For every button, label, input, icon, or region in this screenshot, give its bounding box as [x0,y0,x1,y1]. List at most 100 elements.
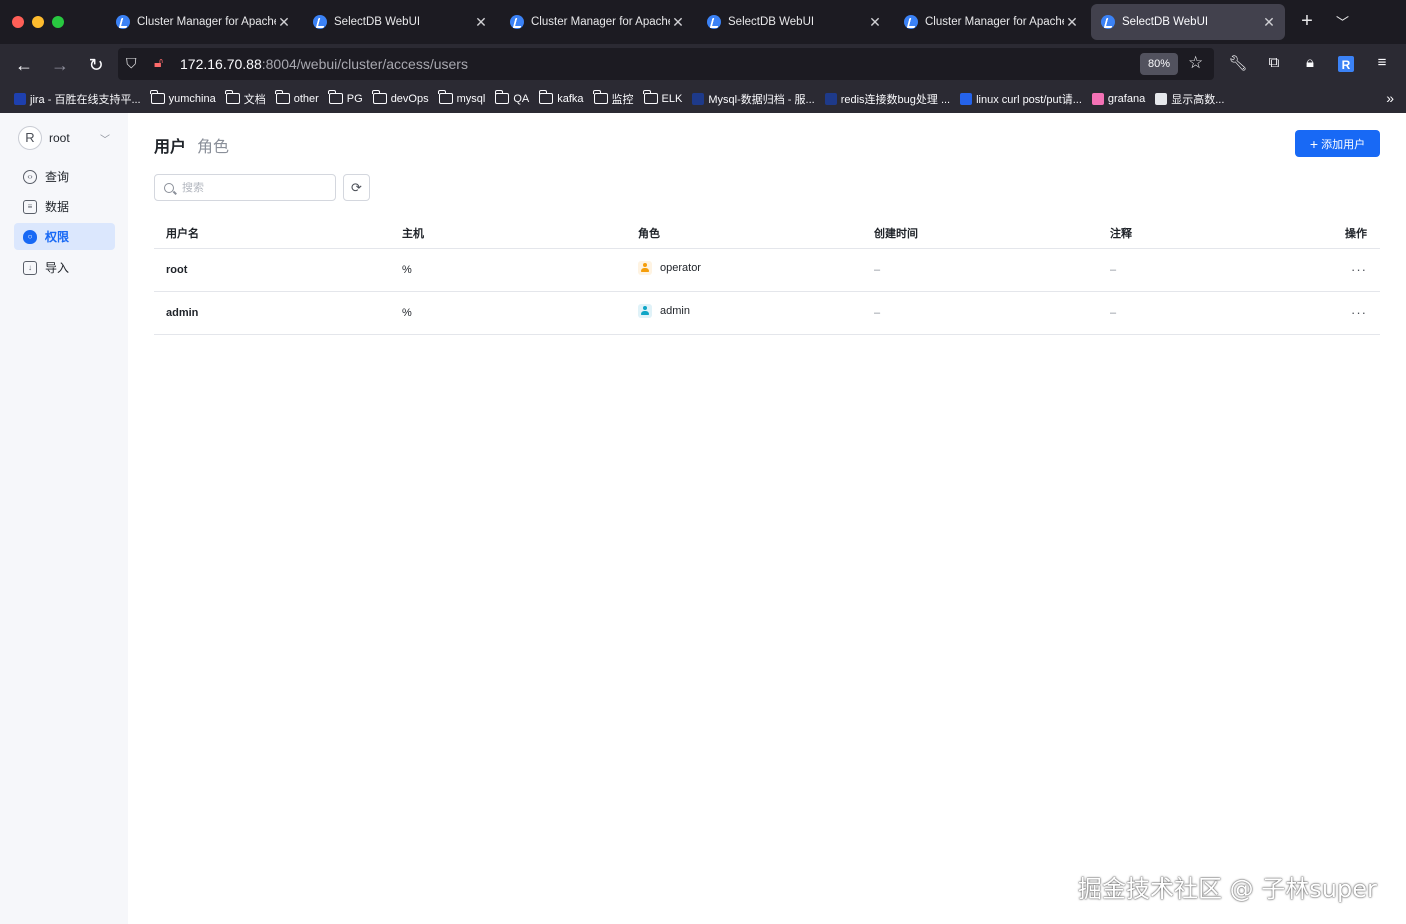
bookmark-folder[interactable]: mysql [438,90,486,105]
plus-icon: + [1309,135,1319,152]
sidebar-item-query[interactable]: ‹› 查询 [14,163,115,190]
tab-title: Cluster Manager for Apache Doris [137,16,276,28]
bookmark-folder[interactable]: QA [494,90,529,105]
user-menu[interactable]: R root ﹀ [18,125,110,151]
site-favicon-icon [692,92,705,105]
insecure-lock-icon[interactable]: 🔓︎ [154,54,168,72]
tab-title: Cluster Manager for Apache Doris [925,16,1064,28]
bookmark-folder[interactable]: kafka [538,90,584,105]
refresh-button[interactable]: ⟳ [343,174,370,201]
tab-title: SelectDB WebUI [728,16,815,28]
close-icon[interactable]: ✕ [670,14,686,31]
sidebar-item-import[interactable]: ↓ 导入 [14,254,115,281]
menu-hamburger-icon[interactable]: ≡ [1372,54,1392,74]
bookmark-folder[interactable]: PG [328,90,363,105]
database-icon: ≡ [23,199,37,214]
code-icon: ‹› [23,169,37,184]
zoom-level-badge[interactable]: 80% [1140,53,1178,75]
column-header-created[interactable]: 创建时间 [862,218,1098,249]
bookmark-link[interactable]: Mysql-数据归档 - 服... [692,91,815,107]
folder-icon [372,90,387,104]
bookmark-label: yumchina [168,92,216,105]
app-page: R root ﹀ ‹› 查询 ≡ 数据 ○ 权限 ↓ 导入 用户 角色 + 添加… [0,113,1406,924]
table-header-row: 用户名 主机 角色 创建时间 注释 操作 [154,218,1380,249]
cell-role: operator [626,248,862,292]
navigation-toolbar: ← → ↻ ⛉ 🔓︎ 172.16.70.88:8004/webui/clust… [0,44,1406,84]
browser-tab-active[interactable]: SelectDB WebUI ✕ [1091,4,1285,40]
bookmark-folder[interactable]: ELK [643,90,682,105]
bookmark-link[interactable]: linux curl post/put请... [960,91,1082,107]
bookmark-link[interactable]: jira - 百胜在线支持平... [14,91,141,107]
maximize-window-button[interactable] [52,16,64,28]
sidebar-item-permissions[interactable]: ○ 权限 [14,223,115,250]
search-input[interactable] [182,181,322,194]
users-panel: 用户 角色 + 添加用户 ⟳ 用户名 主机 角色 创建时间 注释 操作 [154,113,1380,924]
forward-arrow-icon[interactable]: → [48,53,72,77]
folder-icon [593,90,608,104]
browser-tab[interactable]: SelectDB WebUI ✕ [697,4,891,40]
table-row: admin % admin – – ··· [154,291,1380,335]
selectdb-favicon-icon [116,15,130,29]
tracking-shield-icon[interactable]: ⛉ [126,55,142,73]
folder-icon [150,90,165,104]
bookmark-folder[interactable]: yumchina [150,90,216,105]
tab-roles[interactable]: 角色 [197,133,229,157]
tab-users[interactable]: 用户 [154,133,186,157]
browser-tab[interactable]: Cluster Manager for Apache Doris ✕ [500,4,694,40]
search-box[interactable] [154,174,336,201]
folder-icon [328,90,343,104]
sidebar-item-label: 数据 [45,200,70,214]
user-name: root [49,131,70,145]
cell-username: root [154,248,390,292]
row-actions-more-icon[interactable]: ··· [1310,248,1380,292]
bookmark-folder[interactable]: 文档 [225,90,266,107]
url-text[interactable]: 172.16.70.88:8004/webui/cluster/access/u… [180,56,468,72]
close-window-button[interactable] [12,16,24,28]
extension-r-icon[interactable]: R [1338,56,1354,72]
browser-tab[interactable]: Cluster Manager for Apache Doris ✕ [106,4,300,40]
bookmark-link[interactable]: 显示高数... [1155,91,1224,107]
bookmark-star-icon[interactable]: ☆ [1188,53,1203,73]
reload-icon[interactable]: ↻ [84,53,108,77]
browser-tab[interactable]: Cluster Manager for Apache Doris ✕ [894,4,1088,40]
bookmark-folder[interactable]: devOps [372,90,429,105]
extensions-puzzle-icon[interactable]: ⧉ [1264,54,1284,74]
role-tag: admin [638,304,690,318]
sidebar-item-label: 导入 [45,261,70,275]
bookmark-link[interactable]: grafana [1091,92,1145,105]
browser-tab[interactable]: SelectDB WebUI ✕ [303,4,497,40]
close-icon[interactable]: ✕ [867,14,883,31]
column-header-username[interactable]: 用户名 [154,218,390,249]
view-tabs: 用户 角色 [154,133,229,157]
close-icon[interactable]: ✕ [1064,14,1080,31]
add-user-button[interactable]: + 添加用户 [1295,130,1380,157]
more-bookmarks-chevron-icon[interactable]: » [1386,90,1394,106]
new-tab-plus-icon[interactable]: + [1296,10,1318,33]
folder-icon [275,90,290,104]
selectdb-favicon-icon [1101,15,1115,29]
tab-list-chevron-icon[interactable]: ﹀ [1336,12,1349,31]
wrench-icon[interactable]: 🔧︎ [1228,54,1248,74]
url-bar[interactable]: ⛉ 🔓︎ 172.16.70.88:8004/webui/cluster/acc… [118,48,1214,80]
bookmark-folder[interactable]: 监控 [593,90,634,107]
bookmark-label: 监控 [611,93,634,106]
minimize-window-button[interactable] [32,16,44,28]
column-header-comment[interactable]: 注释 [1098,218,1310,249]
user-icon [638,304,652,318]
column-header-host[interactable]: 主机 [390,218,626,249]
bookmark-link[interactable]: redis连接数bug处理 ... [824,91,951,107]
close-icon[interactable]: ✕ [473,14,489,31]
row-actions-more-icon[interactable]: ··· [1310,291,1380,335]
bookmark-label: mysql [456,92,486,105]
cell-username: admin [154,291,390,335]
close-icon[interactable]: ✕ [276,14,292,31]
close-icon[interactable]: ✕ [1261,14,1277,31]
bookmark-folder[interactable]: other [275,90,319,105]
sidebar-item-data[interactable]: ≡ 数据 [14,193,115,220]
back-arrow-icon[interactable]: ← [12,53,36,77]
url-path: :8004/webui/cluster/access/users [261,56,468,72]
column-header-role[interactable]: 角色 [626,218,862,249]
lock-extension-icon[interactable]: 🔒︎ [1300,54,1320,74]
add-user-label: 添加用户 [1321,138,1366,151]
bookmark-label: redis连接数bug处理 ... [840,93,951,106]
